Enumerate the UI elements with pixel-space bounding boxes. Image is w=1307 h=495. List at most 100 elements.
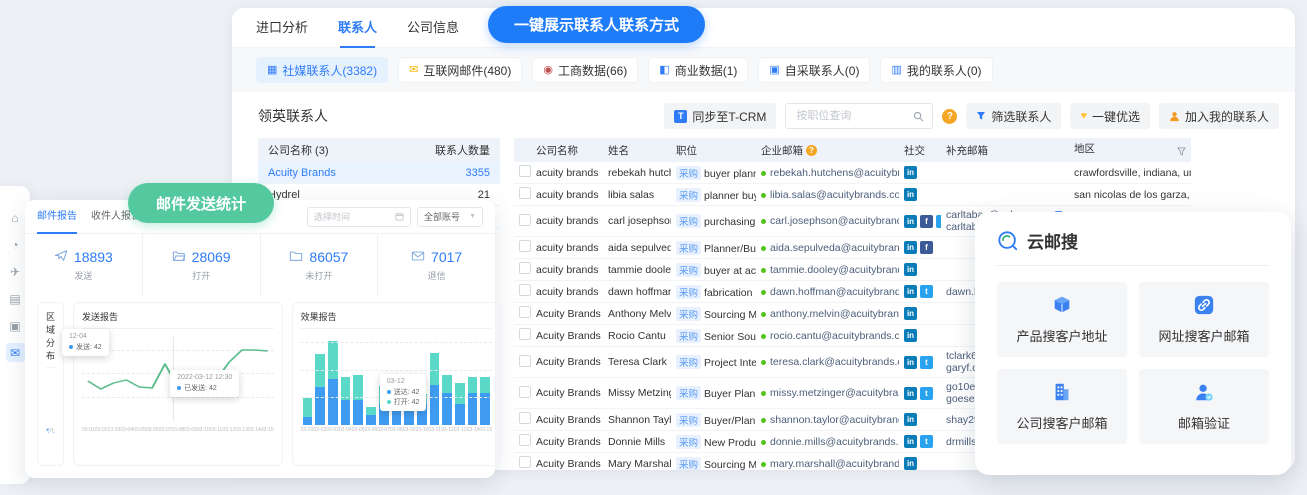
col-company: 公司名称 — [531, 138, 603, 162]
row-checkbox[interactable] — [519, 355, 531, 367]
row-checkbox[interactable] — [519, 386, 531, 398]
one-click-optimize-button[interactable]: ♥ 一键优选 — [1070, 103, 1150, 129]
x-tick: 03-02 — [313, 427, 326, 433]
tab-2[interactable]: 公司信息 — [407, 8, 459, 48]
linkedin-icon[interactable]: in — [904, 356, 917, 369]
linkedin-icon[interactable]: in — [904, 307, 917, 320]
account-select[interactable]: 全部账号 ▼ — [417, 207, 483, 227]
linkedin-icon[interactable]: in — [904, 457, 917, 470]
row-checkbox[interactable] — [519, 412, 531, 424]
gallery-icon[interactable]: ▣ — [6, 316, 25, 335]
filter-chip-0[interactable]: ▦社媒联系人(3382) — [256, 57, 388, 83]
facebook-icon[interactable]: f — [920, 215, 933, 228]
sync-tcrm-button[interactable]: T 同步至T-CRM — [664, 103, 776, 129]
bar-03-01 — [303, 398, 313, 425]
x-tick: 03-13 — [454, 427, 467, 433]
cloud-tile-邮箱验证[interactable]: 邮箱验证 — [1139, 369, 1269, 444]
tab-mail-report[interactable]: 邮件报告 — [37, 200, 77, 234]
help-icon[interactable]: ? — [942, 109, 957, 124]
bar-seg-open — [366, 407, 376, 415]
stat-number: 28069 — [192, 249, 231, 265]
tooltip-item: 送达: 42 — [387, 387, 420, 397]
cell-title: 采购Project Intergration — [671, 347, 756, 378]
filter-chip-4[interactable]: ▣自采联系人(0) — [758, 57, 870, 83]
cell-social: in — [899, 325, 941, 347]
linkedin-icon[interactable]: in — [904, 435, 917, 448]
table-row[interactable]: acuity brandslibia salas采购planner buyerl… — [514, 184, 1191, 206]
home-icon[interactable]: ⌂ — [6, 208, 25, 227]
company-row-0[interactable]: Acuity Brands3355 — [258, 162, 500, 184]
chip-label: 社媒联系人(3382) — [282, 62, 377, 79]
cell-title: 采购Sourcing Manager - — [671, 453, 756, 471]
bar-03-11 — [430, 353, 440, 425]
cell-title: 采购Sourcing Manager — [671, 303, 756, 325]
linkedin-icon[interactable]: in — [904, 241, 917, 254]
twitter-icon[interactable]: t — [920, 356, 933, 369]
row-checkbox[interactable] — [519, 284, 531, 296]
linkedin-icon[interactable]: in — [904, 285, 917, 298]
cell-checkbox — [514, 259, 531, 281]
mail-icon[interactable]: ✉ — [6, 343, 25, 362]
cloud-tile-公司搜客户邮箱[interactable]: 公司搜客户邮箱 — [997, 369, 1127, 444]
row-checkbox[interactable] — [519, 328, 531, 340]
x-tick: 03-02 — [95, 427, 108, 433]
bar-03-14 — [468, 377, 478, 426]
cloud-tile-网址搜客户邮箱[interactable]: 网址搜客户邮箱 — [1139, 282, 1269, 357]
x-tick: 03-11 — [428, 427, 441, 433]
cell-title: 采购buyer at acuity bran — [671, 259, 756, 281]
briefcase-icon[interactable]: ▤ — [6, 289, 25, 308]
question-icon[interactable]: ? — [806, 145, 817, 156]
cell-email: libia.salas@acuitybrands.com — [756, 184, 899, 206]
bar-seg-open — [468, 377, 478, 394]
filter-chip-3[interactable]: ◧商业数据(1) — [648, 57, 748, 83]
x-tick: 03-04 — [339, 427, 352, 433]
date-range-picker[interactable]: 选择时间 — [307, 207, 411, 227]
series-dot — [177, 386, 181, 390]
filter-chip-2[interactable]: ◉工商数据(66) — [532, 57, 638, 83]
row-checkbox[interactable] — [519, 262, 531, 274]
cell-social: in — [899, 409, 941, 431]
filter-contacts-button[interactable]: 筛选联系人 — [966, 103, 1061, 129]
linkedin-icon[interactable]: in — [904, 215, 917, 228]
cloud-tile-产品搜客户地址[interactable]: 产品搜客户地址 — [997, 282, 1127, 357]
linkedin-icon[interactable]: in — [904, 329, 917, 342]
send-icon[interactable]: ✈ — [6, 262, 25, 281]
region-filter-icon[interactable] — [1177, 147, 1186, 159]
region-map-card: 区域分布 12-04发送: 42 — [37, 302, 64, 466]
row-checkbox[interactable] — [519, 434, 531, 446]
map-chart-title: 区域分布 — [46, 310, 55, 362]
cell-name: dawn hoffman — [603, 281, 671, 303]
cell-checkbox — [514, 206, 531, 237]
twitter-icon[interactable]: t — [920, 435, 933, 448]
chip-label: 工商数据(66) — [558, 62, 627, 79]
row-checkbox[interactable] — [519, 214, 531, 226]
compass-icon[interactable]: ◔ — [6, 235, 25, 254]
filter-chip-5[interactable]: ▥我的联系人(0) — [880, 57, 992, 83]
linkedin-icon[interactable]: in — [904, 413, 917, 426]
row-checkbox[interactable] — [519, 456, 531, 468]
facebook-icon[interactable]: f — [920, 241, 933, 254]
linkedin-icon[interactable]: in — [904, 387, 917, 400]
twitter-icon[interactable]: t — [920, 285, 933, 298]
row-checkbox[interactable] — [519, 187, 531, 199]
linkedin-icon[interactable]: in — [904, 188, 917, 201]
stat-number: 86057 — [309, 249, 348, 265]
table-row[interactable]: acuity brandsrebekah hutchens采购buyer pla… — [514, 162, 1191, 184]
row-checkbox[interactable] — [519, 240, 531, 252]
email-text: dawn.hoffman@acuitybrands.com — [770, 286, 899, 298]
row-checkbox[interactable] — [519, 165, 531, 177]
filter-chip-1[interactable]: ✉互联网邮件(480) — [398, 57, 522, 83]
line-chart-title: 发送报告 — [82, 310, 274, 323]
linkedin-icon[interactable]: in — [904, 263, 917, 276]
tab-0[interactable]: 进口分析 — [256, 8, 308, 48]
add-to-my-contacts-button[interactable]: 加入我的联系人 — [1159, 103, 1279, 129]
position-search-input[interactable] — [794, 109, 909, 123]
row-checkbox[interactable] — [519, 306, 531, 318]
linkedin-icon[interactable]: in — [904, 166, 917, 179]
twitter-icon[interactable]: t — [936, 215, 941, 228]
tab-1[interactable]: 联系人 — [338, 8, 377, 48]
cell-name: rebekah hutchens — [603, 162, 671, 184]
verified-dot-icon — [761, 246, 766, 251]
twitter-icon[interactable]: t — [920, 387, 933, 400]
cell-checkbox — [514, 184, 531, 206]
